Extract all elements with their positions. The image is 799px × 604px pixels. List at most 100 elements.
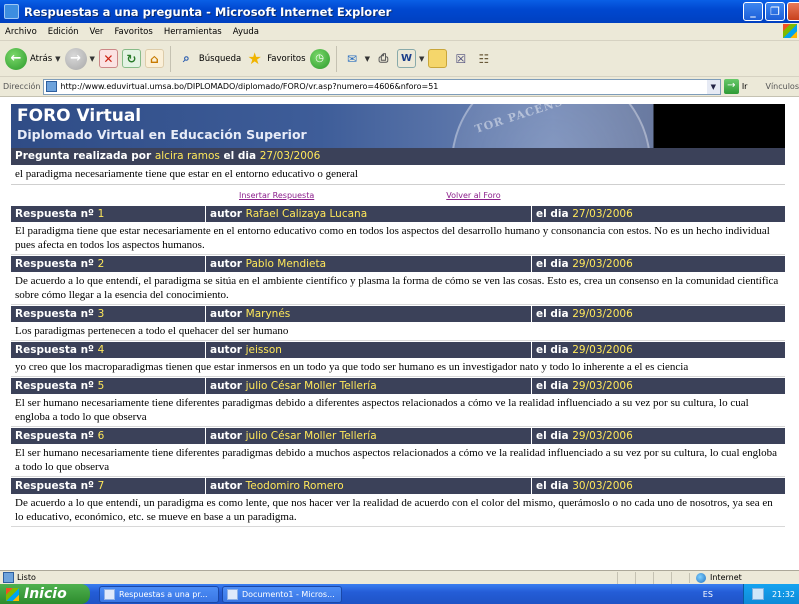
- response-number: 2: [97, 258, 105, 270]
- back-button[interactable]: ← Atrás ▼: [5, 44, 61, 74]
- system-tray: 21:32: [742, 584, 799, 604]
- links-toolbar[interactable]: Vínculos: [765, 82, 799, 91]
- taskbar-item-ie[interactable]: Respuestas a una pr...: [99, 585, 219, 603]
- response-author: Pablo Mendieta: [245, 258, 327, 270]
- response-text: De acuerdo a lo que entendí, un paradigm…: [11, 494, 785, 527]
- close-button[interactable]: [787, 2, 799, 21]
- favorites-button[interactable]: ★ Favoritos: [245, 44, 306, 74]
- messenger-icon[interactable]: ☒: [451, 49, 470, 68]
- go-button[interactable]: → Ir: [723, 79, 748, 94]
- response-label: Respuesta nº: [15, 308, 94, 320]
- response-author-cell: autor Marynés: [206, 306, 532, 322]
- response-date: 29/03/2006: [572, 430, 633, 442]
- tray-icon[interactable]: [751, 588, 764, 600]
- edit-button[interactable]: W ▼: [396, 44, 424, 74]
- edit-dropdown-icon[interactable]: ▼: [419, 55, 424, 63]
- ie-icon: [4, 4, 19, 19]
- author-label: autor: [210, 258, 242, 270]
- response-author-cell: autor julio César Moller Tellería: [206, 378, 532, 394]
- minimize-button[interactable]: _: [743, 2, 763, 21]
- responses-list: Respuesta nº 1 autor Rafael Calizaya Luca…: [11, 205, 785, 527]
- security-zone: Internet: [689, 572, 799, 583]
- response-date-cell: el dia 29/03/2006: [532, 342, 785, 358]
- research-icon[interactable]: ☷: [474, 49, 493, 68]
- forward-button[interactable]: → ▼: [64, 44, 95, 74]
- menu-herramientas[interactable]: Herramientas: [159, 27, 228, 37]
- task-label: Respuestas a una pr...: [119, 589, 208, 599]
- zone-label: Internet: [710, 573, 742, 582]
- refresh-icon[interactable]: ↻: [121, 49, 141, 68]
- folder-icon[interactable]: [428, 49, 448, 68]
- toolbar-separator: [335, 45, 337, 72]
- response-date: 29/03/2006: [572, 344, 633, 356]
- search-button[interactable]: ⌕ Búsqueda: [177, 44, 241, 74]
- response-header: Respuesta nº 1 autor Rafael Calizaya Luca…: [11, 205, 785, 222]
- word-icon: [227, 588, 238, 600]
- status-cells: [617, 571, 689, 584]
- response-number-cell: Respuesta nº 4: [11, 342, 206, 358]
- mail-dropdown-icon[interactable]: ▼: [365, 55, 370, 63]
- home-icon[interactable]: ⌂: [144, 49, 164, 68]
- response-author-cell: autor jeisson: [206, 342, 532, 358]
- forward-arrow-icon: →: [64, 47, 87, 70]
- response-number: 5: [97, 380, 105, 392]
- search-icon: ⌕: [183, 51, 190, 65]
- start-button[interactable]: Inicio: [0, 584, 90, 604]
- date-label: el dia: [536, 258, 569, 270]
- banner-subtitle: Diplomado Virtual en Educación Superior: [17, 127, 307, 142]
- response-date: 29/03/2006: [572, 258, 633, 270]
- print-icon[interactable]: ⎙: [374, 49, 393, 68]
- mail-icon: ✉: [347, 51, 358, 66]
- menu-ver[interactable]: Ver: [85, 27, 110, 37]
- question-author: alcira ramos: [154, 150, 220, 162]
- stop-icon[interactable]: ✕: [98, 49, 118, 68]
- response-number: 7: [97, 480, 105, 492]
- response-date-cell: el dia 30/03/2006: [532, 478, 785, 494]
- back-to-forum-link[interactable]: Volver al Foro: [446, 191, 500, 200]
- window-title-bar[interactable]: Respuestas a una pregunta - Microsoft In…: [0, 0, 799, 23]
- question-header: Pregunta realizada por alcira ramos el d…: [11, 148, 785, 165]
- response-date-cell: el dia 29/03/2006: [532, 306, 785, 322]
- menu-edicion[interactable]: Edición: [43, 27, 85, 37]
- author-label: autor: [210, 344, 242, 356]
- maximize-button[interactable]: ❐: [765, 2, 785, 21]
- address-bar: Dirección http://www.eduvirtual.umsa.bo/…: [0, 77, 799, 97]
- response-date-cell: el dia 29/03/2006: [532, 428, 785, 444]
- mail-button[interactable]: ✉ ▼: [343, 44, 370, 74]
- status-bar: Listo Internet: [0, 570, 799, 584]
- back-arrow-icon: ←: [5, 47, 27, 70]
- response-author: julio César Moller Tellería: [245, 430, 377, 442]
- menu-ayuda[interactable]: Ayuda: [228, 27, 265, 37]
- date-label: el dia: [536, 430, 569, 442]
- response-number: 4: [97, 344, 105, 356]
- language-indicator[interactable]: ES: [703, 590, 713, 599]
- history-icon[interactable]: ◷: [309, 48, 330, 69]
- response-author-cell: autor Teodomiro Romero: [206, 478, 532, 494]
- response-author: Marynés: [245, 308, 291, 320]
- address-dropdown-icon[interactable]: ▼: [706, 79, 720, 94]
- windows-flag-icon: [6, 587, 19, 601]
- response-number-cell: Respuesta nº 3: [11, 306, 206, 322]
- menu-archivo[interactable]: Archivo: [0, 27, 43, 37]
- page-content: TOR PACENS FORO Virtual Diplomado Virtua…: [0, 97, 799, 570]
- question-date-prefix: el dia: [223, 150, 257, 162]
- response-date: 29/03/2006: [572, 308, 633, 320]
- response-author: jeisson: [245, 344, 282, 356]
- response-text: El ser humano necesariamente tiene difer…: [11, 444, 785, 477]
- taskbar-item-word[interactable]: Documento1 - Micros...: [222, 585, 342, 603]
- response-header: Respuesta nº 7 autor Teodomiro Romero el d…: [11, 477, 785, 494]
- question-date: 27/03/2006: [259, 150, 321, 162]
- response-author-cell: autor julio César Moller Tellería: [206, 428, 532, 444]
- window-title: Respuestas a una pregunta - Microsoft In…: [24, 4, 392, 19]
- banner-title: FORO Virtual: [17, 106, 142, 126]
- go-label: Ir: [741, 82, 748, 91]
- response-header: Respuesta nº 3 autor Marynés el dia 29/03/…: [11, 305, 785, 322]
- forward-dropdown-icon[interactable]: ▼: [90, 55, 95, 63]
- address-input[interactable]: http://www.eduvirtual.umsa.bo/DIPLOMADO/…: [43, 78, 721, 95]
- author-label: autor: [210, 208, 242, 220]
- back-dropdown-icon[interactable]: ▼: [55, 55, 60, 63]
- insert-response-link[interactable]: Insertar Respuesta: [239, 191, 314, 200]
- author-label: autor: [210, 380, 242, 392]
- back-label: Atrás: [30, 53, 53, 64]
- menu-favoritos[interactable]: Favoritos: [109, 27, 158, 37]
